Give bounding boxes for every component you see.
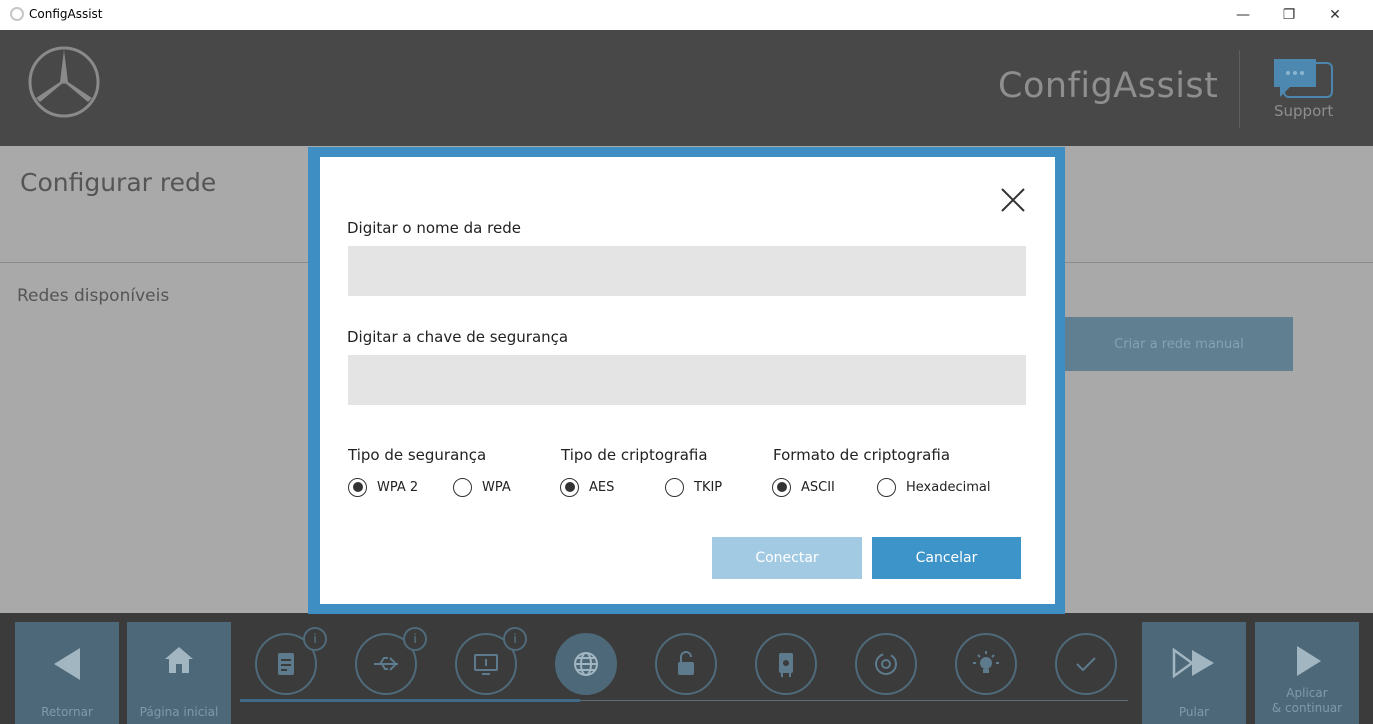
close-window-button[interactable]: ✕ (1312, 0, 1358, 30)
sync-icon (875, 653, 897, 675)
close-icon[interactable] (998, 185, 1028, 215)
fast-forward-icon (1172, 648, 1214, 678)
skip-label: Pular (1178, 705, 1210, 719)
info-icon[interactable]: i (503, 627, 527, 651)
home-button[interactable]: Página inicial (127, 622, 231, 724)
unlock-icon (678, 651, 694, 675)
info-icon[interactable]: i (303, 627, 327, 651)
radio-selected-icon (772, 477, 791, 497)
radio-label: Hexadecimal (906, 479, 991, 495)
certificate-icon (779, 653, 793, 677)
bottom-navigation: Retornar Página inicial i i i Pular Apli… (0, 613, 1373, 724)
radio-hexadecimal[interactable]: Hexadecimal (877, 477, 990, 497)
create-manual-network-button[interactable]: Criar a rede manual (1065, 317, 1293, 371)
app-gear-icon (10, 7, 24, 21)
security-type-label: Tipo de segurança (348, 446, 487, 464)
radio-tkip[interactable]: TKIP (665, 477, 722, 497)
maximize-button[interactable]: ❐ (1266, 0, 1312, 30)
connect-button[interactable]: Conectar (712, 537, 862, 579)
step-sync[interactable] (855, 633, 917, 695)
home-label: Página inicial (139, 705, 219, 719)
window-title: ConfigAssist (29, 7, 103, 21)
arrow-left-icon (54, 648, 80, 680)
brand-title: ConfigAssist (998, 66, 1219, 106)
radio-aes[interactable]: AES (560, 477, 614, 497)
apply-continue-button[interactable]: Aplicar & continuar (1255, 622, 1359, 724)
radio-unselected-icon (877, 477, 896, 497)
radio-ascii[interactable]: ASCII (772, 477, 835, 497)
radio-selected-icon (348, 477, 367, 497)
radio-label: ASCII (801, 479, 835, 495)
step-lightbulb[interactable] (955, 633, 1017, 695)
back-button[interactable]: Retornar (15, 622, 119, 724)
manual-network-dialog: Digitar o nome da rede Digitar a chave d… (320, 157, 1055, 604)
step-security[interactable] (655, 633, 717, 695)
radio-label: WPA 2 (377, 479, 419, 495)
step-network[interactable] (555, 633, 617, 695)
radio-unselected-icon (665, 477, 684, 497)
radio-wpa2[interactable]: WPA 2 (348, 477, 418, 497)
step-finish[interactable] (1055, 633, 1117, 695)
encryption-format-label: Formato de criptografia (773, 446, 951, 464)
network-name-input[interactable] (348, 246, 1026, 296)
support-button[interactable]: Support (1260, 50, 1350, 130)
radio-selected-icon (560, 477, 579, 497)
back-label: Retornar (41, 705, 93, 719)
play-icon (1297, 646, 1321, 676)
radio-label: WPA (482, 479, 511, 495)
continue-label: & continuar (1271, 701, 1343, 715)
app-header: ConfigAssist Support (0, 30, 1373, 146)
available-networks-label: Redes disponíveis (17, 286, 170, 306)
minimize-button[interactable]: — (1220, 0, 1266, 30)
radio-label: AES (589, 479, 615, 495)
cancel-button[interactable]: Cancelar (872, 537, 1021, 579)
info-icon[interactable]: i (403, 627, 427, 651)
radio-label: TKIP (694, 479, 723, 495)
monitor-icon (474, 654, 498, 675)
security-key-label: Digitar a chave de segurança (347, 328, 569, 346)
checklist-icon (278, 653, 294, 675)
lightbulb-icon (973, 651, 999, 673)
header-divider (1239, 50, 1240, 128)
support-label: Support (1274, 102, 1334, 120)
usb-icon (374, 657, 398, 671)
skip-button[interactable]: Pular (1142, 622, 1246, 724)
globe-icon (574, 652, 598, 676)
chat-bubble-icon (1274, 59, 1333, 98)
apply-label: Aplicar (1286, 686, 1328, 700)
encryption-type-label: Tipo de criptografia (561, 446, 708, 464)
radio-unselected-icon (453, 477, 472, 497)
step-certificate[interactable] (755, 633, 817, 695)
network-name-label: Digitar o nome da rede (347, 219, 521, 237)
step-checklist[interactable]: i (255, 627, 327, 695)
step-track-progress (240, 699, 580, 702)
window-titlebar: ConfigAssist — ❐ ✕ (0, 0, 1373, 30)
radio-wpa[interactable]: WPA (453, 477, 511, 497)
step-monitor[interactable]: i (455, 627, 527, 695)
mercedes-star-icon (28, 46, 100, 118)
home-icon (165, 647, 193, 673)
security-key-input[interactable] (348, 355, 1026, 405)
checkmark-icon (1076, 657, 1096, 672)
step-usb[interactable]: i (355, 627, 427, 695)
page-title: Configurar rede (20, 168, 217, 197)
